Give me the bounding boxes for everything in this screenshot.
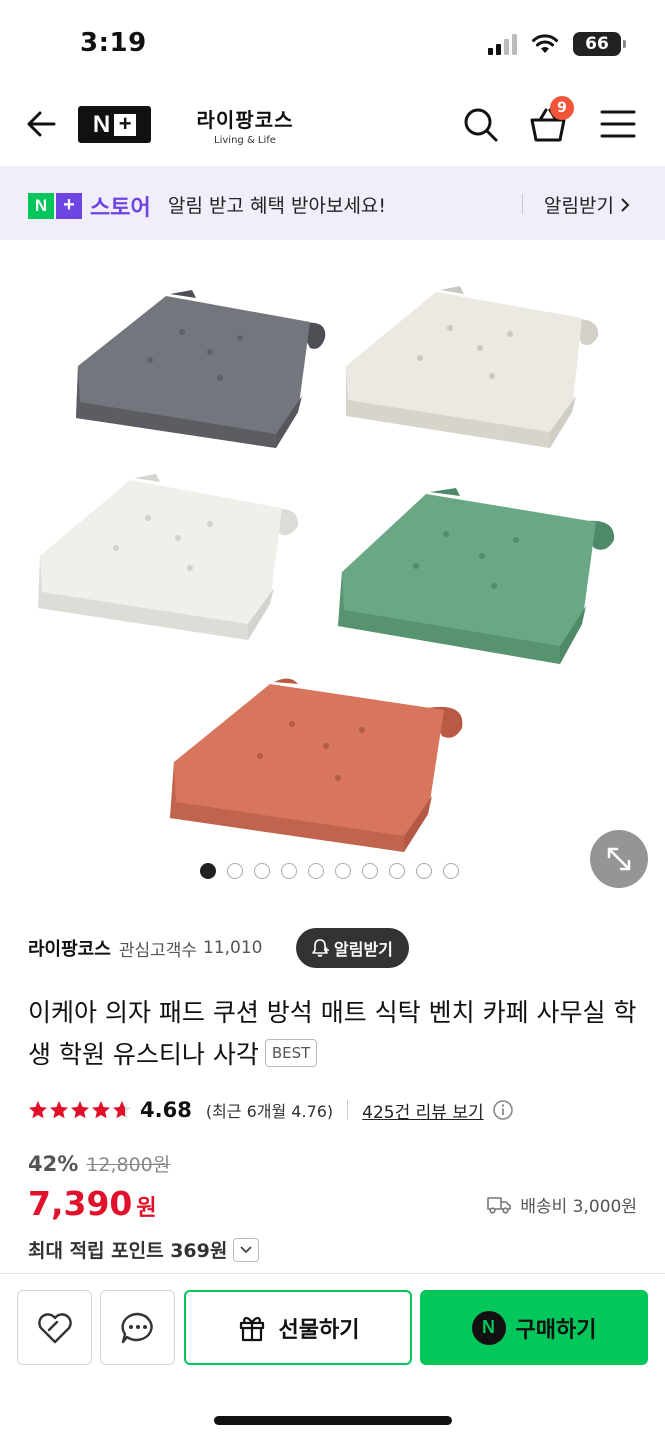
brand-logo-subtitle: Living & Life	[214, 135, 276, 146]
points-row: 최대 적립 포인트 369원	[28, 1236, 260, 1263]
naver-pay-icon: N	[471, 1310, 506, 1345]
naver-plus-logo[interactable]: N +	[78, 106, 151, 143]
chevron-down-icon	[240, 1245, 252, 1253]
star-icon	[29, 1101, 47, 1119]
brand-logo-text: 라이팡코스	[196, 108, 294, 132]
original-price: 12,800원	[86, 1154, 171, 1176]
star-rating	[28, 1100, 132, 1120]
star-icon	[92, 1101, 110, 1119]
chat-bubble-icon	[120, 1312, 153, 1343]
seller-info: 라이팡코스 관심고객수 11,010	[28, 928, 263, 968]
price-currency: 원	[136, 1196, 157, 1221]
cushion-image-orange	[170, 678, 463, 852]
expand-image-button[interactable]	[590, 830, 648, 888]
fans-label: 관심고객수	[118, 940, 198, 961]
points-expand-button[interactable]	[233, 1237, 260, 1262]
app-header: N + 라이팡코스 Living & Life 9	[0, 84, 665, 166]
gallery-dot[interactable]	[443, 863, 459, 879]
seller-notify-button[interactable]: 알림받기	[296, 928, 409, 968]
review-link[interactable]: 425건 리뷰 보기	[362, 1098, 483, 1123]
search-icon[interactable]	[458, 102, 502, 146]
gallery-dot[interactable]	[254, 863, 270, 879]
cushion-image-off-white	[38, 474, 299, 640]
product-image-gallery[interactable]	[0, 240, 665, 900]
cellular-signal-icon	[488, 33, 517, 55]
star-icon	[113, 1101, 131, 1119]
cushion-image-dark-gray	[76, 290, 326, 448]
gallery-dot[interactable]	[308, 863, 324, 879]
chat-button[interactable]	[100, 1290, 175, 1365]
best-badge: BEST	[264, 1039, 318, 1067]
delivery-truck-icon	[487, 1196, 512, 1214]
back-arrow-icon[interactable]	[22, 104, 62, 144]
promo-notify-button[interactable]: 알림받기	[544, 191, 630, 218]
discount-rate: 42%	[28, 1152, 79, 1176]
home-indicator	[214, 1416, 452, 1425]
fans-count: 11,010	[203, 938, 263, 958]
discount-row: 42% 12,800원	[28, 1150, 170, 1177]
star-icon	[50, 1101, 68, 1119]
gallery-dot[interactable]	[227, 863, 243, 879]
cushion-image-green	[338, 488, 615, 664]
bottom-action-bar: 선물하기 N 구매하기	[0, 1273, 665, 1440]
store-notification-banner[interactable]: N + 스토어 알림 받고 혜택 받아보세요! 알림받기	[0, 166, 665, 240]
gallery-dot[interactable]	[335, 863, 351, 879]
max-points: 최대 적립 포인트 369원	[28, 1240, 228, 1262]
gallery-pagination	[200, 863, 459, 879]
rating-score: 4.68	[140, 1098, 192, 1122]
info-icon[interactable]	[492, 1099, 514, 1121]
cart-button[interactable]: 9	[526, 96, 574, 146]
promo-message: 알림 받고 혜택 받아보세요!	[168, 195, 387, 217]
gift-button[interactable]: 선물하기	[184, 1290, 412, 1365]
hamburger-menu-icon[interactable]	[596, 102, 640, 146]
status-icons: 66	[488, 32, 626, 56]
cart-count-badge: 9	[550, 96, 574, 120]
gallery-dot[interactable]	[200, 863, 216, 879]
rating-row: 4.68 (최근 6개월 4.76) 425건 리뷰 보기	[28, 1094, 514, 1126]
star-icon	[71, 1101, 89, 1119]
gallery-dot[interactable]	[416, 863, 432, 879]
seller-name[interactable]: 라이팡코스	[28, 935, 111, 961]
battery-indicator: 66	[573, 32, 626, 56]
gallery-dot[interactable]	[362, 863, 378, 879]
price-amount: 7,390	[28, 1184, 133, 1223]
gift-icon	[239, 1316, 264, 1341]
status-bar: 3:19 66	[0, 0, 665, 84]
bell-plus-icon	[312, 939, 329, 957]
divider	[347, 1100, 349, 1120]
divider	[522, 194, 523, 214]
gallery-dot[interactable]	[281, 863, 297, 879]
cushion-image-beige	[346, 286, 599, 448]
expand-arrows-icon	[607, 847, 631, 871]
shipping-info: 배송비 3,000원	[486, 1192, 637, 1217]
recent-rating: (최근 6개월 4.76)	[205, 1102, 334, 1121]
brand-logo[interactable]: 라이팡코스 Living & Life	[190, 104, 300, 146]
sale-price: 7,390 원	[28, 1184, 157, 1223]
gallery-dot[interactable]	[389, 863, 405, 879]
heart-icon	[37, 1312, 72, 1343]
product-title: 이케아 의자 패드 쿠션 방석 매트 식탁 벤치 카페 사무실 학생 학원 유스…	[28, 998, 637, 1069]
naver-plus-store-logo: N + 스토어	[28, 190, 151, 222]
wifi-icon	[532, 34, 558, 53]
buy-button[interactable]: N 구매하기	[420, 1290, 648, 1365]
status-time: 3:19	[80, 28, 147, 58]
wishlist-button[interactable]	[17, 1290, 92, 1365]
store-label: 스토어	[90, 196, 151, 221]
chevron-right-icon	[621, 197, 630, 212]
